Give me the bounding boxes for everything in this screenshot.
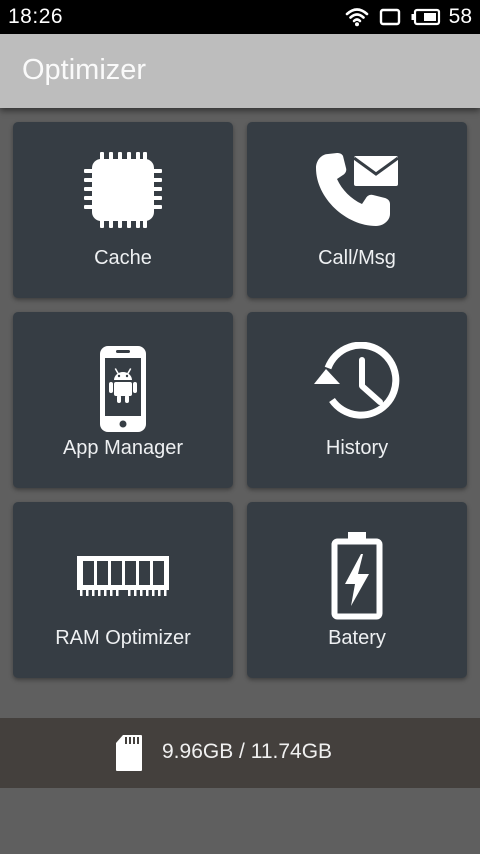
tile-label: RAM Optimizer [55, 627, 191, 649]
status-bar: 18:26 58 [0, 0, 480, 34]
tile-cache[interactable]: Cache [13, 122, 233, 298]
tile-label: App Manager [62, 437, 184, 459]
android-phone-icon [100, 346, 146, 432]
page-title: Optimizer [22, 54, 147, 86]
chip-icon [84, 152, 162, 228]
tile-ram-optimizer[interactable]: RAM Optimizer [13, 502, 233, 678]
sd-card-icon [116, 735, 142, 771]
storage-usage: 9.96GB / 11.74GB [162, 740, 333, 763]
tile-call-msg[interactable]: Call/Msg [247, 122, 467, 298]
tile-battery[interactable]: Batery [247, 502, 467, 678]
phone-message-icon [316, 153, 399, 226]
tile-label: History [325, 437, 389, 459]
tile-label: Call/Msg [318, 247, 396, 269]
wifi-icon [345, 8, 368, 27]
tile-app-manager[interactable]: App Manager [13, 312, 233, 488]
tile-history[interactable]: History [247, 312, 467, 488]
status-icons: 58 [345, 3, 472, 31]
recent-apps-icon [379, 8, 400, 26]
battery-charging-icon [331, 532, 383, 620]
app-bar: Optimizer [0, 34, 480, 108]
status-time: 18:26 [8, 5, 64, 28]
history-clock-icon [314, 342, 400, 419]
tile-label: Cache [94, 247, 152, 269]
battery-icon [411, 8, 440, 26]
tile-label: Batery [328, 627, 386, 649]
storage-bar: 9.96GB / 11.74GB [0, 718, 480, 788]
ram-stick-icon [77, 556, 169, 596]
battery-percentage: 58 [448, 5, 472, 28]
